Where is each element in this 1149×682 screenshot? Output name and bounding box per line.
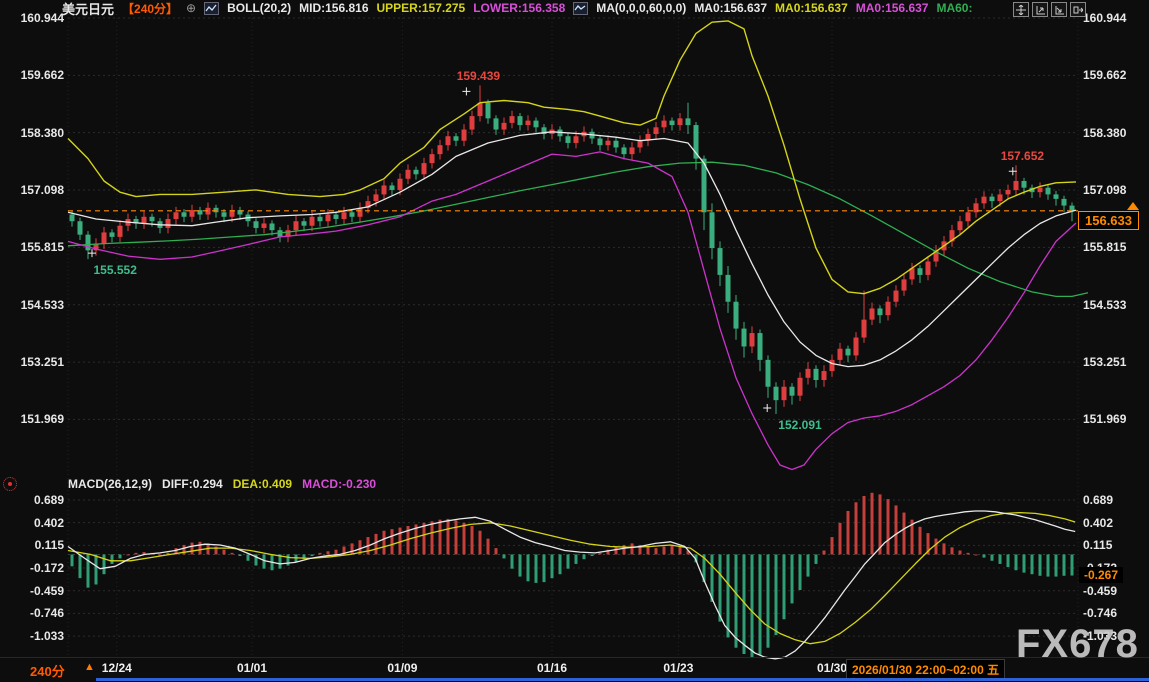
move-icon[interactable] bbox=[1013, 2, 1029, 17]
price-axis-label: 160.944 bbox=[2, 11, 64, 25]
macd-axis-label: 0.689 bbox=[1083, 493, 1113, 507]
ma60-value: MA60: bbox=[936, 1, 972, 15]
boll-label: BOLL(20,2) bbox=[227, 1, 291, 15]
boll-indicator-icon[interactable] bbox=[204, 2, 219, 15]
exit-fullscreen-icon[interactable] bbox=[1070, 2, 1086, 17]
macd-axis-label: -0.459 bbox=[1083, 584, 1117, 598]
bottom-axis-divider bbox=[0, 657, 1149, 658]
macd-axis-label: -0.459 bbox=[2, 584, 64, 598]
macd-dea-value: DEA:0.409 bbox=[233, 477, 292, 491]
macd-axis-label: -0.172 bbox=[2, 561, 64, 575]
circle-plus-icon[interactable]: ⊕ bbox=[186, 1, 196, 15]
price-up-arrow-icon bbox=[1127, 202, 1139, 210]
macd-axis-label: 0.689 bbox=[2, 493, 64, 507]
candle-timestamp: 2026/01/30 22:00~02:00 五 bbox=[846, 659, 1005, 680]
ma-label: MA(0,0,0,60,0,0) bbox=[596, 1, 686, 15]
date-axis-label: 12/24 bbox=[102, 661, 132, 675]
price-axis-label: 153.251 bbox=[1083, 355, 1126, 369]
price-axis-label: 157.098 bbox=[1083, 183, 1126, 197]
boll-lower-value: LOWER:156.358 bbox=[473, 1, 565, 15]
chart-window: 美元日元 【240分】 ⊕ BOLL(20,2) MID:156.816 UPP… bbox=[0, 0, 1149, 682]
macd-indicator-marker-icon[interactable] bbox=[3, 477, 17, 491]
scale-left-axis-icon[interactable] bbox=[1032, 2, 1048, 17]
ma0-white-value: MA0:156.637 bbox=[694, 1, 767, 15]
price-annotation: 157.652 bbox=[1001, 149, 1044, 163]
macd-axis-label: -1.033 bbox=[2, 629, 64, 643]
ma-indicator-icon[interactable] bbox=[573, 2, 588, 15]
period-up-arrow-icon[interactable]: ▲ bbox=[84, 661, 95, 673]
symbol-title: 美元日元 bbox=[62, 0, 114, 18]
price-axis-label: 160.944 bbox=[1083, 11, 1126, 25]
price-axis-label: 153.251 bbox=[2, 355, 64, 369]
period-selector[interactable]: 240分 bbox=[30, 661, 65, 680]
ma0-magenta-value: MA0:156.637 bbox=[856, 1, 929, 15]
price-annotation: 152.091 bbox=[778, 418, 821, 432]
horizontal-scrollbar[interactable] bbox=[96, 678, 1149, 681]
ma0-yellow-value: MA0:156.637 bbox=[775, 1, 848, 15]
macd-axis-label: 0.115 bbox=[1083, 538, 1112, 552]
price-axis-label: 154.533 bbox=[1083, 298, 1126, 312]
boll-upper-value: UPPER:157.275 bbox=[377, 1, 466, 15]
current-macd-tag: -0.267 bbox=[1079, 567, 1123, 583]
macd-macd-value: MACD:-0.230 bbox=[302, 477, 376, 491]
date-axis-label: 01/09 bbox=[387, 661, 417, 675]
price-axis-label: 159.662 bbox=[1083, 68, 1126, 82]
period-tag[interactable]: 【240分】 bbox=[122, 0, 178, 17]
price-axis-label: 154.533 bbox=[2, 298, 64, 312]
date-axis-label: 01/01 bbox=[237, 661, 267, 675]
macd-axis-label: -0.746 bbox=[2, 606, 64, 620]
macd-axis-label: 0.402 bbox=[1083, 516, 1113, 530]
macd-header: MACD(26,12,9) DIFF:0.294 DEA:0.409 MACD:… bbox=[68, 477, 376, 491]
macd-axis-label: 0.115 bbox=[2, 538, 64, 552]
current-price-tag: 156.633 bbox=[1078, 211, 1139, 230]
date-axis-label: 01/16 bbox=[537, 661, 567, 675]
price-axis-label: 155.815 bbox=[1083, 240, 1126, 254]
macd-label: MACD(26,12,9) bbox=[68, 477, 152, 491]
chart-header: 美元日元 【240分】 ⊕ BOLL(20,2) MID:156.816 UPP… bbox=[62, 1, 972, 15]
scale-right-axis-icon[interactable] bbox=[1051, 2, 1067, 17]
date-axis-label: 01/30 bbox=[817, 661, 847, 675]
date-axis-label: 01/23 bbox=[663, 661, 693, 675]
chart-toolbar bbox=[1013, 2, 1086, 17]
price-axis-label: 158.380 bbox=[1083, 126, 1126, 140]
price-annotation: 155.552 bbox=[93, 263, 136, 277]
price-axis-label: 159.662 bbox=[2, 68, 64, 82]
price-axis-label: 155.815 bbox=[2, 240, 64, 254]
price-axis-label: 151.969 bbox=[1083, 412, 1126, 426]
price-axis-label: 151.969 bbox=[2, 412, 64, 426]
price-axis-label: 158.380 bbox=[2, 126, 64, 140]
macd-diff-value: DIFF:0.294 bbox=[162, 477, 223, 491]
macd-axis-label: -0.746 bbox=[1083, 606, 1117, 620]
price-annotation: 159.439 bbox=[457, 69, 500, 83]
price-axis-label: 157.098 bbox=[2, 183, 64, 197]
boll-mid-value: MID:156.816 bbox=[299, 1, 368, 15]
fx678-watermark: FX678 bbox=[1016, 622, 1139, 667]
candlestick-chart-canvas[interactable] bbox=[0, 0, 1149, 682]
macd-axis-label: 0.402 bbox=[2, 516, 64, 530]
